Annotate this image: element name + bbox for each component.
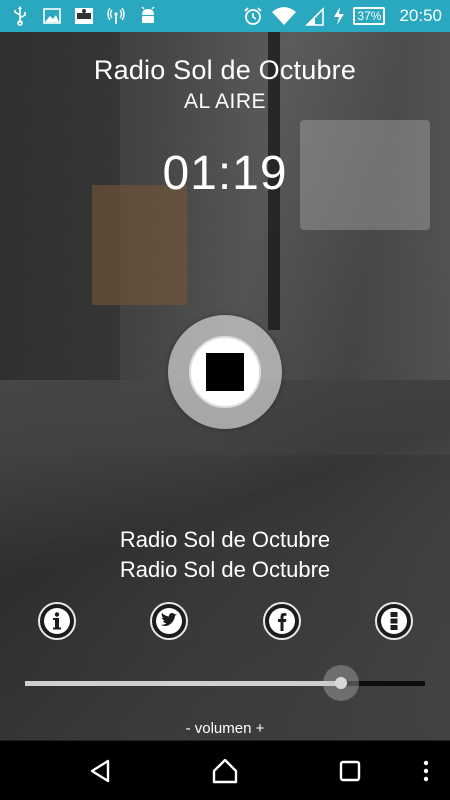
- battery-indicator: 37%: [353, 7, 386, 25]
- image-icon: [42, 6, 62, 26]
- home-button[interactable]: [209, 755, 241, 787]
- background-door: [92, 185, 187, 305]
- station-title: Radio Sol de Octubre: [93, 55, 357, 85]
- track-title: Radio Sol de Octubre: [119, 527, 331, 552]
- volume-thumb[interactable]: [323, 665, 359, 701]
- usb-icon: [10, 6, 30, 26]
- stop-icon: [206, 353, 244, 391]
- overflow-menu-button[interactable]: [416, 755, 448, 787]
- volume-thumb-dot: [335, 677, 347, 689]
- alarm-icon: [243, 6, 263, 26]
- info-icon: [44, 608, 70, 634]
- android-debug-icon: [138, 6, 158, 26]
- back-icon: [90, 759, 110, 783]
- app-logo-icon: [74, 6, 94, 26]
- facebook-button[interactable]: [263, 602, 301, 640]
- elapsed-time: 01:19: [162, 147, 288, 200]
- status-left-icons: [10, 6, 158, 26]
- home-icon: [212, 758, 238, 784]
- status-right-icons: 37% 20:50: [243, 5, 442, 27]
- recents-icon: [339, 760, 361, 782]
- wifi-icon: [271, 6, 297, 26]
- more-vertical-icon: [381, 608, 407, 634]
- status-bar: 37% 20:50: [0, 0, 450, 32]
- more-button[interactable]: [375, 602, 413, 640]
- status-time: 20:50: [399, 6, 442, 25]
- info-button[interactable]: [38, 602, 76, 640]
- navigation-bar: [0, 741, 450, 800]
- stop-button[interactable]: [168, 315, 282, 429]
- volume-label: - volumen +: [185, 720, 265, 737]
- track-artist: Radio Sol de Octubre: [119, 557, 331, 582]
- volume-fill: [25, 681, 341, 686]
- twitter-button[interactable]: [150, 602, 188, 640]
- wireless-icon: [106, 6, 126, 26]
- charging-icon: [333, 6, 345, 26]
- facebook-icon: [269, 608, 295, 634]
- signal-icon: [305, 6, 325, 26]
- overflow-menu-icon: [423, 760, 429, 782]
- on-air-status: AL AIRE: [183, 90, 267, 113]
- volume-slider[interactable]: [25, 665, 425, 701]
- back-button[interactable]: [84, 755, 116, 787]
- recents-button[interactable]: [334, 755, 366, 787]
- stop-button-inner: [189, 336, 261, 408]
- twitter-icon: [156, 608, 182, 634]
